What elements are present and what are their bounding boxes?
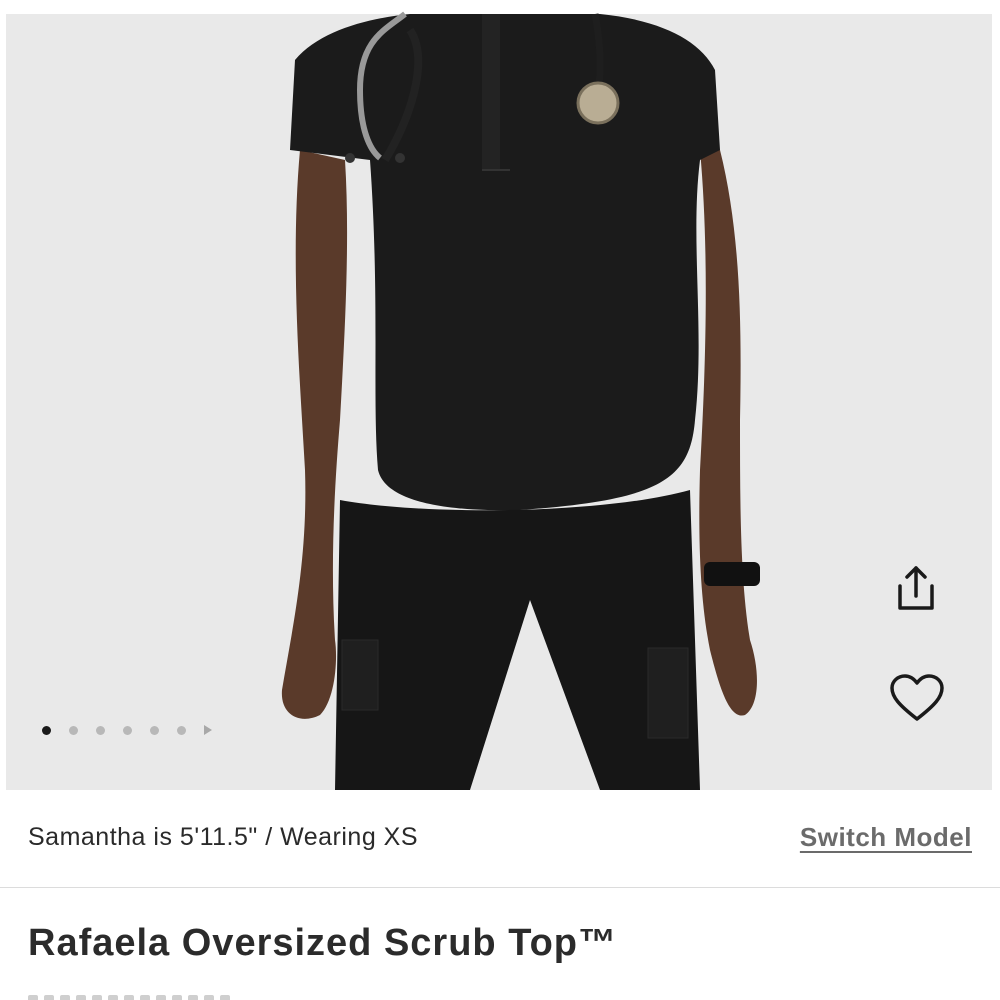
product-photo (0, 0, 1000, 790)
carousel-dot-4[interactable] (123, 725, 132, 735)
carousel-pagination (42, 722, 212, 738)
carousel-dot-5[interactable] (150, 725, 159, 735)
carousel-dot-3[interactable] (96, 725, 105, 735)
product-title: Rafaela Oversized Scrub Top™ (28, 922, 618, 964)
favorite-button[interactable] (886, 668, 948, 728)
carousel-dot-6[interactable] (177, 725, 186, 735)
share-button[interactable] (886, 558, 946, 618)
carousel-dot-2[interactable] (69, 725, 78, 735)
product-image-carousel[interactable] (0, 0, 1000, 790)
model-size-info: Samantha is 5'11.5" / Wearing XS (28, 823, 419, 851)
carousel-dot-1[interactable] (42, 725, 51, 735)
carousel-next-arrow-icon[interactable] (204, 725, 212, 735)
rating-stars-cutoff (28, 990, 258, 1000)
model-info-row: Samantha is 5'11.5" / Wearing XS Switch … (0, 790, 1000, 888)
heart-icon (890, 674, 944, 721)
switch-model-link[interactable]: Switch Model (800, 822, 972, 853)
share-icon (898, 566, 934, 610)
